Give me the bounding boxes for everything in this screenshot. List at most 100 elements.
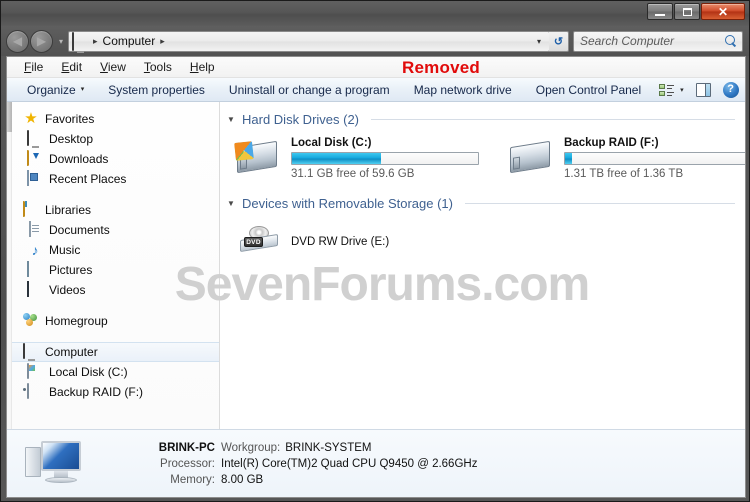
- sidebar-item-computer[interactable]: Computer: [7, 342, 219, 362]
- show-preview-pane-button[interactable]: [690, 82, 717, 97]
- homegroup-icon: [23, 313, 39, 329]
- address-bar-row: ◀ ▶ ▾ ▸ Computer ▸ ▾ ↺: [1, 26, 749, 56]
- sidebar-item-music[interactable]: ♪ Music: [7, 240, 219, 260]
- navigation-pane: ★ Favorites Desktop Downloads Recent Pla…: [7, 102, 220, 429]
- breadcrumb-separator-end[interactable]: ▸: [155, 36, 170, 47]
- recent-locations-button[interactable]: ▾: [55, 37, 67, 46]
- menu-bar: File Edit View Tools Help Removed: [7, 57, 745, 78]
- computer-icon: [72, 32, 88, 51]
- title-bar: ✕: [1, 1, 749, 26]
- sidebar-label-pictures: Pictures: [49, 263, 93, 277]
- sidebar-item-videos[interactable]: Videos: [7, 280, 219, 300]
- section-header-removable-storage[interactable]: ▼ Devices with Removable Storage (1): [220, 192, 745, 214]
- sidebar-gap-3: [7, 331, 219, 342]
- maximize-button[interactable]: [674, 3, 700, 20]
- details-label-processor: Processor:: [160, 457, 215, 470]
- details-label-memory: Memory:: [170, 473, 215, 486]
- videos-film-icon: [27, 281, 43, 298]
- collapse-arrow-icon-hard-disks[interactable]: ▼: [226, 115, 236, 124]
- drive-tile-backup-raid-f[interactable]: Backup RAID (F:) 1.31 TB free of 1.36 TB: [507, 136, 745, 180]
- sidebar-label-favorites: Favorites: [45, 112, 95, 126]
- help-button[interactable]: ?: [717, 81, 745, 98]
- drive-name-local-disk-c: Local Disk (C:): [291, 137, 372, 149]
- device-tile-dvd-rw-drive[interactable]: DVD DVD RW Drive (E:): [220, 214, 745, 262]
- hard-disk-windows-icon: [27, 363, 43, 380]
- change-view-button[interactable]: ▾: [653, 83, 690, 97]
- forward-arrow-icon: ▶: [36, 34, 47, 48]
- sidebar-item-libraries[interactable]: Libraries: [7, 200, 219, 220]
- sidebar-item-downloads[interactable]: Downloads: [7, 149, 219, 169]
- breadcrumb-computer[interactable]: Computer: [103, 34, 156, 48]
- sidebar-item-pictures[interactable]: Pictures: [7, 260, 219, 280]
- sidebar-scrollbar[interactable]: [7, 102, 12, 429]
- sidebar-scrollbar-thumb[interactable]: [7, 102, 12, 132]
- details-value-memory: 8.00 GB: [221, 473, 264, 486]
- caption-button-group: ✕: [646, 3, 745, 20]
- sidebar-item-local-disk-c[interactable]: Local Disk (C:): [7, 362, 219, 382]
- drive-tile-local-disk-c[interactable]: Local Disk (C:) 31.1 GB free of 59.6 GB: [234, 136, 479, 180]
- sidebar-label-backup-raid-f: Backup RAID (F:): [49, 385, 144, 399]
- address-bar[interactable]: ▸ Computer ▸ ▾: [68, 30, 550, 52]
- section-header-hard-disk-drives[interactable]: ▼ Hard Disk Drives (2): [220, 108, 745, 130]
- search-input[interactable]: [580, 34, 725, 48]
- organize-label: Organize: [27, 82, 76, 97]
- minimize-button[interactable]: [647, 3, 673, 20]
- refresh-icon: ↺: [553, 35, 564, 48]
- sidebar-label-local-disk-c: Local Disk (C:): [49, 365, 128, 379]
- back-button[interactable]: ◀: [6, 29, 29, 53]
- details-value-processor: Intel(R) Core(TM)2 Quad CPU Q9450 @ 2.66…: [221, 457, 478, 470]
- details-value-workgroup: BRINK-SYSTEM: [285, 441, 372, 454]
- sidebar-item-desktop[interactable]: Desktop: [7, 129, 219, 149]
- search-box[interactable]: [573, 30, 743, 52]
- details-pane: BRINK-PC Workgroup: BRINK-SYSTEM Process…: [7, 429, 745, 497]
- command-toolbar: Organize ▾ System properties Uninstall o…: [7, 78, 745, 102]
- sidebar-item-favorites[interactable]: ★ Favorites: [7, 109, 219, 129]
- explorer-window: ✕ ◀ ▶ ▾ ▸ Computer ▸ ▾ ↺ Search Computer…: [0, 0, 750, 502]
- breadcrumb-separator-root[interactable]: ▸: [88, 36, 103, 47]
- computer-large-icon: [21, 437, 85, 491]
- close-button[interactable]: ✕: [701, 3, 745, 20]
- refresh-button[interactable]: ↺: [549, 30, 569, 52]
- desktop-monitor-icon: [27, 130, 43, 147]
- chevron-down-icon-views: ▾: [680, 86, 684, 94]
- system-properties-button[interactable]: System properties: [96, 79, 217, 101]
- back-arrow-icon: ◀: [12, 34, 23, 48]
- map-network-drive-button[interactable]: Map network drive: [402, 79, 524, 101]
- details-rows: BRINK-PC Workgroup: BRINK-SYSTEM Process…: [99, 440, 478, 488]
- sidebar-label-libraries: Libraries: [45, 203, 92, 217]
- documents-icon: [27, 221, 43, 238]
- capacity-bar-fill-c: [292, 153, 382, 164]
- device-name-dvd-rw-drive: DVD RW Drive (E:): [291, 236, 390, 248]
- client-area: File Edit View Tools Help Removed Organi…: [6, 56, 746, 498]
- sidebar-label-downloads: Downloads: [49, 152, 109, 166]
- pictures-icon: [27, 261, 43, 278]
- capacity-bar-backup-raid-f: [564, 152, 745, 165]
- sidebar-item-documents[interactable]: Documents: [7, 220, 219, 240]
- drive-tile-body-c: Local Disk (C:) 31.1 GB free of 59.6 GB: [291, 136, 479, 180]
- address-dropdown-icon[interactable]: ▾: [533, 37, 547, 46]
- forward-button[interactable]: ▶: [30, 29, 53, 53]
- sidebar-item-recent-places[interactable]: Recent Places: [7, 169, 219, 189]
- drive-name-backup-raid-f: Backup RAID (F:): [564, 137, 659, 149]
- drive-tile-body-f: Backup RAID (F:) 1.31 TB free of 1.36 TB: [564, 136, 745, 180]
- sidebar-gap-2: [7, 300, 219, 311]
- body-split: ★ Favorites Desktop Downloads Recent Pla…: [7, 102, 745, 429]
- open-control-panel-button[interactable]: Open Control Panel: [524, 79, 653, 101]
- organize-button[interactable]: Organize ▾: [15, 79, 96, 101]
- details-row-workgroup: BRINK-PC Workgroup: BRINK-SYSTEM: [99, 440, 477, 456]
- help-icon: ?: [722, 81, 739, 98]
- recent-places-icon: [27, 170, 43, 187]
- close-icon: ✕: [717, 4, 729, 19]
- maximize-icon: [682, 7, 692, 16]
- hard-disk-windows-icon-large: [234, 136, 282, 176]
- uninstall-or-change-program-button[interactable]: Uninstall or change a program: [217, 79, 402, 101]
- collapse-arrow-icon-removable[interactable]: ▼: [226, 199, 236, 208]
- sidebar-item-backup-raid-f[interactable]: Backup RAID (F:): [7, 382, 219, 402]
- details-row-memory: Memory: 8.00 GB: [99, 472, 477, 488]
- section-title-hard-disk-drives: Hard Disk Drives (2): [242, 111, 360, 127]
- sidebar-item-homegroup[interactable]: Homegroup: [7, 311, 219, 331]
- details-pc-name: BRINK-PC: [158, 441, 215, 454]
- sidebar-label-videos: Videos: [49, 283, 86, 297]
- downloads-folder-icon: [27, 150, 43, 167]
- content-pane: ▼ Hard Disk Drives (2) Local Disk (C:) 3…: [220, 102, 745, 429]
